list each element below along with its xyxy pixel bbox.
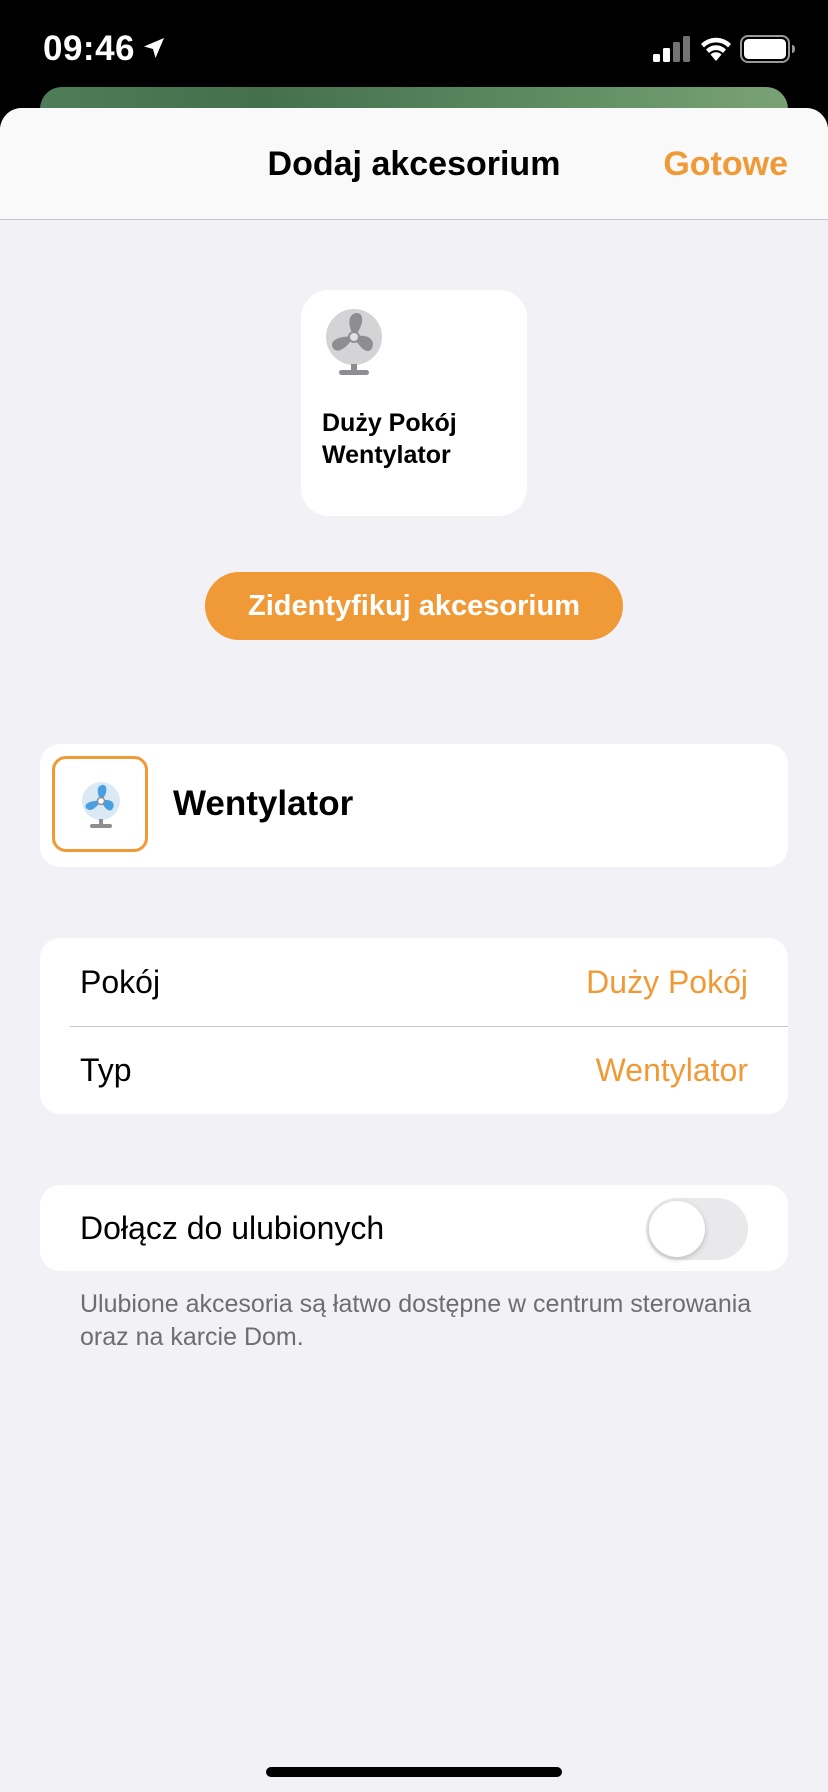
cellular-signal-icon: [653, 36, 690, 62]
status-bar: 09:46: [0, 0, 828, 100]
accessory-tile[interactable]: Duży Pokój Wentylator: [301, 290, 527, 516]
type-value: Wentylator: [595, 1052, 748, 1088]
wifi-icon: [701, 37, 731, 61]
status-time: 09:46: [43, 29, 136, 68]
tile-accessory-name: Wentylator: [322, 441, 451, 469]
navigation-bar: Dodaj akcesorium Gotowe: [0, 108, 828, 220]
done-button[interactable]: Gotowe: [663, 145, 788, 184]
favorites-toggle[interactable]: [646, 1198, 748, 1260]
tile-room-name: Duży Pokój: [322, 409, 457, 437]
accessory-name[interactable]: Wentylator: [173, 784, 353, 824]
type-row[interactable]: Typ Wentylator: [40, 1026, 788, 1114]
room-value: Duży Pokój: [586, 964, 748, 1000]
favorites-card: Dołącz do ulubionych: [40, 1185, 788, 1271]
accessory-name-card: Wentylator: [40, 744, 788, 867]
room-row[interactable]: Pokój Duży Pokój: [40, 938, 788, 1027]
type-label: Typ: [80, 1052, 132, 1088]
battery-icon: [740, 35, 795, 63]
accessory-icon-picker[interactable]: [52, 756, 148, 852]
favorites-footnote: Ulubione akcesoria są łatwo dostępne w c…: [80, 1290, 752, 1351]
room-label: Pokój: [80, 964, 161, 1000]
home-indicator[interactable]: [266, 1767, 562, 1777]
add-accessory-sheet: Dodaj akcesorium Gotowe Duży Pokój Wenty…: [0, 108, 828, 1792]
fan-icon: [82, 782, 120, 828]
toggle-knob: [649, 1201, 705, 1257]
accessory-tile-label: Duży Pokój Wentylator: [322, 407, 512, 471]
location-arrow-icon: [144, 38, 164, 58]
fan-icon: [326, 309, 382, 375]
favorites-label: Dołącz do ulubionych: [80, 1210, 385, 1246]
settings-card: Pokój Duży Pokój Typ Wentylator: [40, 938, 788, 1114]
identify-accessory-button[interactable]: Zidentyfikuj akcesorium: [205, 572, 623, 640]
